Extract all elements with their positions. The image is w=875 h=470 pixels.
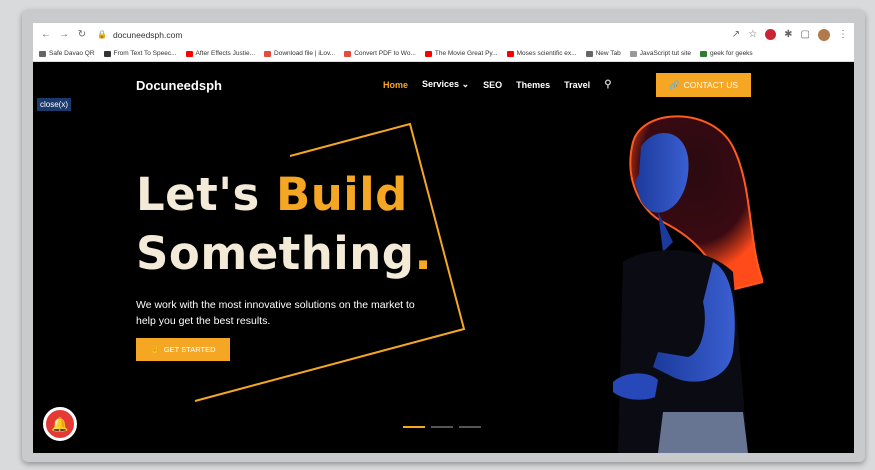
bookmark-favicon-icon xyxy=(506,50,514,57)
bookmark-item[interactable]: Convert PDF to Wo... xyxy=(344,50,416,57)
nav-services-label: Services xyxy=(422,79,460,89)
nav-seo[interactable]: SEO xyxy=(483,80,502,90)
headline-line-2: Something. xyxy=(136,227,432,280)
bookmarks-bar: Safe Davao QR From Text To Speec... After … xyxy=(33,46,854,62)
toolbar-actions: ↗ ☆ ✱ ▢ ⋮ xyxy=(732,28,848,41)
url-text: docuneedsph.com xyxy=(112,29,183,40)
bookmark-item[interactable]: Download file | iLov... xyxy=(264,50,335,57)
contact-label: CONTACT US xyxy=(683,80,739,90)
lock-icon: 🔒 xyxy=(97,30,107,39)
bookmark-favicon-icon xyxy=(424,50,432,57)
sidepanel-icon[interactable]: ▢ xyxy=(801,29,810,40)
bookmark-favicon-icon xyxy=(39,50,46,57)
bookmark-item[interactable]: After Effects Justie... xyxy=(185,50,256,57)
search-icon[interactable]: ⚲ xyxy=(604,79,611,90)
bookmark-favicon-icon xyxy=(585,50,593,57)
menu-icon[interactable]: ⋮ xyxy=(838,29,848,40)
puzzle-icon[interactable]: ✱ xyxy=(784,29,792,40)
bookmark-item[interactable]: Moses scientific ex... xyxy=(506,50,577,57)
bookmark-label: From Text To Speec... xyxy=(113,50,177,57)
contact-button[interactable]: 🔗 CONTACT US xyxy=(656,73,751,97)
reload-icon[interactable]: ↻ xyxy=(75,28,89,42)
slider-dot-active[interactable] xyxy=(403,426,425,428)
get-started-button[interactable]: ☝ GET STARTED xyxy=(136,338,230,361)
back-icon[interactable]: ← xyxy=(39,28,53,42)
bookmark-favicon-icon xyxy=(185,50,193,57)
bookmark-favicon-icon xyxy=(264,50,272,57)
bookmark-label: The Movie Great Py... xyxy=(434,50,498,57)
hero-person-image xyxy=(613,115,763,453)
bookmark-favicon-icon xyxy=(700,50,708,57)
share-icon[interactable]: ↗ xyxy=(732,29,740,40)
nav-services[interactable]: Services ⌄ xyxy=(422,79,469,90)
headline-2-dot: . xyxy=(414,227,433,280)
link-icon: 🔗 xyxy=(668,79,680,90)
bookmark-label: Safe Davao QR xyxy=(49,50,95,57)
headline-2-text: Something xyxy=(136,227,415,280)
bookmark-item[interactable]: The Movie Great Py... xyxy=(424,50,498,57)
nav-home[interactable]: Home xyxy=(383,80,408,90)
site-logo[interactable]: Docuneedsph xyxy=(136,78,222,93)
hand-icon: ☝ xyxy=(150,345,160,354)
profile-avatar[interactable] xyxy=(818,28,830,41)
slider-pagination xyxy=(403,426,481,428)
bookmark-label: JavaScript tut site xyxy=(639,50,692,57)
bookmark-label: geek for geeks xyxy=(710,50,753,57)
bookmark-label: Moses scientific ex... xyxy=(516,50,577,57)
bookmark-item[interactable]: geek for geeks xyxy=(700,50,753,57)
headline-line-1: Let's Build xyxy=(136,168,408,221)
chevron-down-icon: ⌄ xyxy=(461,79,470,89)
extension-icon[interactable] xyxy=(765,29,777,40)
nav-themes[interactable]: Themes xyxy=(516,80,550,90)
notification-bell-icon[interactable]: 🔔 xyxy=(43,407,77,441)
slider-dot[interactable] xyxy=(459,426,481,428)
bookmark-label: After Effects Justie... xyxy=(195,50,256,57)
close-button[interactable]: close(x) xyxy=(37,98,72,111)
star-icon[interactable]: ☆ xyxy=(748,29,757,40)
headline-1-accent: Build xyxy=(275,168,408,221)
slider-dot[interactable] xyxy=(431,426,453,428)
bookmark-item[interactable]: From Text To Speec... xyxy=(103,50,177,57)
bookmark-label: Convert PDF to Wo... xyxy=(354,50,416,57)
main-nav: Home Services ⌄ SEO Themes Travel ⚲ xyxy=(383,79,612,90)
address-bar[interactable]: 🔒 docuneedsph.com xyxy=(97,26,732,43)
get-started-label: GET STARTED xyxy=(163,345,216,354)
browser-toolbar: ← → ↻ 🔒 docuneedsph.com ↗ ☆ ✱ ▢ ⋮ xyxy=(33,23,854,46)
headline-1-text: Let's xyxy=(136,168,276,221)
forward-icon[interactable]: → xyxy=(57,28,71,42)
bookmark-label: New Tab xyxy=(595,50,621,57)
website: Docuneedsph Home Services ⌄ SEO Themes T… xyxy=(33,62,854,453)
bookmark-label: Download file | iLov... xyxy=(274,50,336,57)
browser-window: ← → ↻ 🔒 docuneedsph.com ↗ ☆ ✱ ▢ ⋮ Safe D… xyxy=(33,23,854,453)
bookmark-item[interactable]: Safe Davao QR xyxy=(39,50,95,57)
bookmark-favicon-icon xyxy=(103,50,111,57)
bookmark-item[interactable]: New Tab xyxy=(585,50,621,57)
bookmark-item[interactable]: JavaScript tut site xyxy=(629,50,692,57)
bookmark-favicon-icon xyxy=(629,50,637,57)
nav-travel[interactable]: Travel xyxy=(564,80,590,90)
bookmark-favicon-icon xyxy=(344,50,352,57)
hero-subtext: We work with the most innovative solutio… xyxy=(136,299,415,327)
